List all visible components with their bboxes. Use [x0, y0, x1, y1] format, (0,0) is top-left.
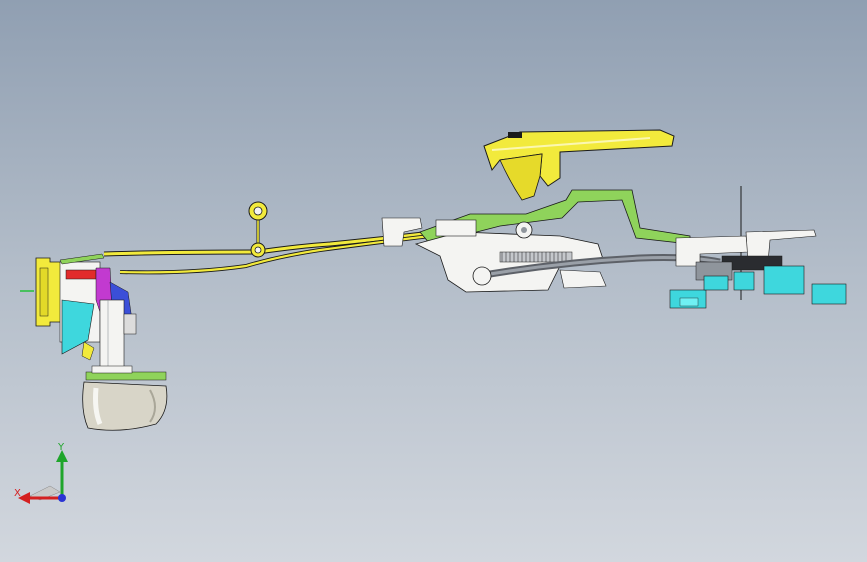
- lower-pivot-hole: [254, 246, 262, 254]
- cyan-connector-4[interactable]: [763, 265, 805, 295]
- z-axis-dot: [58, 494, 66, 502]
- shaft-clip: [123, 313, 137, 335]
- handle-tab: [508, 132, 522, 138]
- assembly-model[interactable]: [0, 0, 867, 562]
- upper-pivot-hole: [253, 206, 263, 216]
- x-axis-label: X: [14, 488, 21, 499]
- yellow-clip: [81, 341, 95, 361]
- housing-top-block: [435, 219, 477, 237]
- cyan-connector-2[interactable]: [703, 275, 729, 291]
- pivot-center: [521, 227, 527, 233]
- white-mount-bracket[interactable]: [381, 217, 423, 247]
- bracket-flange: [39, 267, 49, 317]
- cyan-connector-3[interactable]: [733, 271, 755, 291]
- y-axis-label: Y: [57, 442, 65, 453]
- red-lever[interactable]: [65, 269, 97, 280]
- axis-triad-icon: Y X: [14, 442, 68, 504]
- handle-assembly[interactable]: [381, 129, 721, 293]
- actuator-assembly[interactable]: [20, 253, 168, 431]
- cable-end-eye[interactable]: [472, 266, 492, 286]
- cyan-highlight: [679, 297, 699, 307]
- cyan-connector-5[interactable]: [811, 283, 847, 305]
- gear-rack[interactable]: [499, 251, 573, 263]
- cable-clip: [559, 269, 607, 289]
- cad-viewport[interactable]: Y X: [0, 0, 867, 562]
- base-collar: [91, 365, 133, 374]
- handle-neck: [499, 153, 543, 201]
- connector-cluster[interactable]: [669, 186, 847, 309]
- actuator-shaft[interactable]: [99, 299, 125, 371]
